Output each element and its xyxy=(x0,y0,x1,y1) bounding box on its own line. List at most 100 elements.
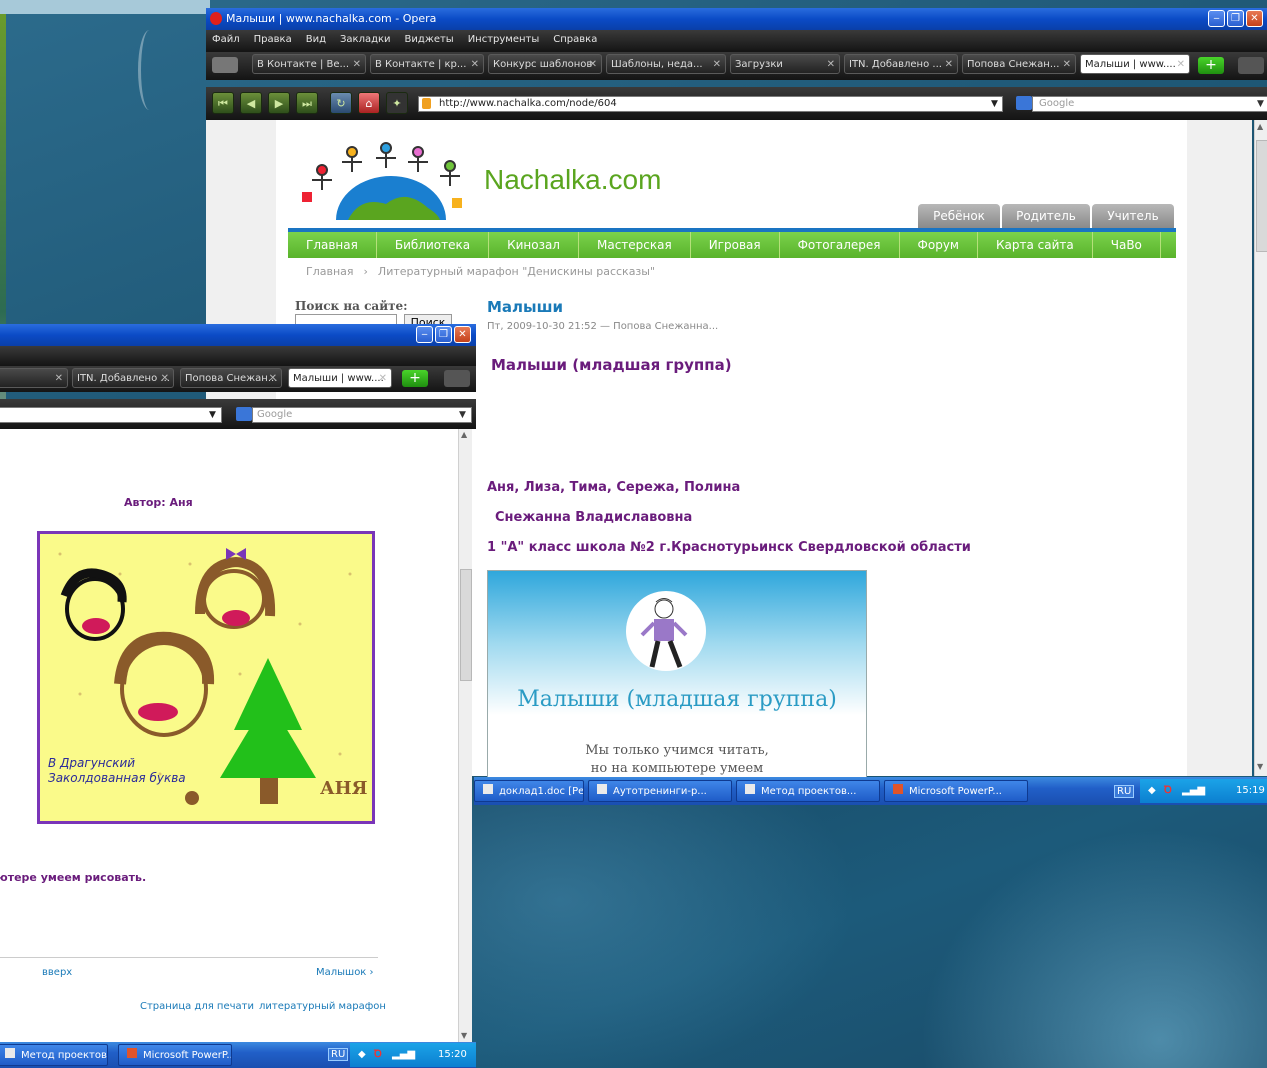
tab-close-icon[interactable]: ✕ xyxy=(1063,55,1071,73)
menu-item[interactable]: Виджеты xyxy=(405,34,454,45)
tab-close-icon[interactable]: ✕ xyxy=(589,55,597,73)
user-tab-1[interactable]: Ребёнок xyxy=(918,204,1000,228)
second-trash-icon[interactable] xyxy=(444,370,470,387)
second-lang-indicator[interactable]: RU xyxy=(328,1048,349,1061)
minimize-button[interactable]: ‒ xyxy=(1208,10,1225,27)
tab-close-icon[interactable]: ✕ xyxy=(827,55,835,73)
main-taskbar-button[interactable]: Microsoft PowerP... xyxy=(884,780,1028,802)
second-scroll-down-icon[interactable]: ▼ xyxy=(461,1031,467,1040)
second-page-scrollbar[interactable]: ▲ ▼ xyxy=(458,429,472,1043)
second-search-engine-icon[interactable] xyxy=(236,407,252,421)
browser-tab[interactable]: В Контакте | кр... ✕ xyxy=(370,54,484,74)
search-dropdown-icon[interactable]: ▼ xyxy=(1257,97,1264,111)
main-lang-indicator[interactable]: RU xyxy=(1114,785,1135,798)
site-nav-item[interactable]: Игровая xyxy=(691,232,780,258)
tray-opera-icon[interactable]: Ꝺ xyxy=(1164,779,1172,803)
link-marathon[interactable]: литературный марафон xyxy=(259,1001,386,1012)
tray-network-icon[interactable]: ▂▄▆ xyxy=(1182,779,1205,803)
new-tab-plus-icon[interactable]: + xyxy=(1198,57,1224,74)
second-search-dropdown-icon[interactable]: ▼ xyxy=(459,408,466,422)
menu-item[interactable]: Файл xyxy=(212,34,240,45)
link-up[interactable]: вверх xyxy=(42,967,72,978)
menu-item[interactable]: Правка xyxy=(254,34,292,45)
site-nav-item[interactable]: Главная xyxy=(288,232,377,258)
wand-icon[interactable]: ✦ xyxy=(386,92,408,114)
site-nav-item[interactable]: ЧаВо xyxy=(1093,232,1161,258)
second-address-dropdown-icon[interactable]: ▼ xyxy=(209,408,216,422)
link-print[interactable]: Страница для печати xyxy=(140,1001,254,1012)
trash-icon[interactable] xyxy=(1238,57,1264,74)
close-button[interactable]: ✕ xyxy=(1246,10,1263,27)
address-field[interactable]: http://www.nachalka.com/node/604 ▼ xyxy=(418,96,1003,112)
tab-close-icon[interactable]: ✕ xyxy=(945,55,953,73)
second-taskbar-button[interactable]: Microsoft PowerP... xyxy=(118,1044,232,1066)
second-browser-tab[interactable]: Попова Снежан... ✕ xyxy=(180,368,282,388)
reload-icon[interactable]: ↻ xyxy=(330,92,352,114)
site-nav-item[interactable]: Кинозал xyxy=(489,232,579,258)
second-address-field[interactable]: ▼ xyxy=(0,407,222,423)
menu-item[interactable]: Закладки xyxy=(340,34,391,45)
user-tab-2[interactable]: Родитель xyxy=(1002,204,1090,228)
browser-tab[interactable]: Конкурс шаблонов ✕ xyxy=(488,54,602,74)
tray-diamond-icon[interactable]: ◆ xyxy=(1148,779,1156,803)
home-icon[interactable]: ⌂ xyxy=(358,92,380,114)
search-engine-icon[interactable] xyxy=(1016,96,1032,110)
second-tab-partial[interactable]: ✕ xyxy=(0,368,68,388)
site-nav-item[interactable]: Библиотека xyxy=(377,232,490,258)
second-scroll-up-icon[interactable]: ▲ xyxy=(461,430,467,439)
scroll-thumb[interactable] xyxy=(1256,140,1267,252)
browser-tab[interactable]: Малыши | www.... ✕ xyxy=(1080,54,1190,74)
restore-button[interactable]: ❐ xyxy=(1227,10,1244,27)
second-new-tab-plus-icon[interactable]: + xyxy=(402,370,428,387)
panel-toggle-icon[interactable] xyxy=(212,57,238,73)
site-logo-text[interactable]: Nachalka.com xyxy=(484,164,661,196)
tab-close-icon[interactable]: ✕ xyxy=(1177,55,1185,73)
user-tab-3[interactable]: Учитель xyxy=(1092,204,1174,228)
fast-forward-icon[interactable]: ⏭ xyxy=(296,92,318,114)
forward-arrow-icon[interactable]: ▶ xyxy=(268,92,290,114)
second-taskbar-button[interactable]: Метод проектов... xyxy=(0,1044,108,1066)
site-nav-item[interactable]: Мастерская xyxy=(579,232,691,258)
second-browser-tab[interactable]: Малыши | www.... ✕ xyxy=(288,368,392,388)
main-taskbar-button[interactable]: Метод проектов... xyxy=(736,780,880,802)
main-taskbar-button[interactable]: Аутотренинги-р... xyxy=(588,780,732,802)
site-nav-item[interactable]: Карта сайта xyxy=(978,232,1093,258)
second-browser-tab[interactable]: ITN. Добавлено ... ✕ xyxy=(72,368,174,388)
second-tray-opera-icon[interactable]: Ꝺ xyxy=(374,1043,382,1067)
menu-item[interactable]: Справка xyxy=(553,34,597,45)
second-tab-close-icon[interactable]: ✕ xyxy=(379,369,387,387)
second-tray-diamond-icon[interactable]: ◆ xyxy=(358,1043,366,1067)
site-nav-item[interactable]: Форум xyxy=(900,232,978,258)
breadcrumb-home[interactable]: Главная xyxy=(306,265,354,278)
breadcrumb-current[interactable]: Литературный марафон "Денискины рассказы… xyxy=(378,265,655,278)
second-search-field[interactable]: Google ▼ xyxy=(252,407,472,423)
main-clock[interactable]: 15:19 xyxy=(1236,779,1265,803)
tab-close-icon[interactable]: ✕ xyxy=(471,55,479,73)
second-tab-close-icon[interactable]: ✕ xyxy=(269,369,277,387)
second-close-button[interactable]: ✕ xyxy=(454,326,471,343)
page-scrollbar[interactable]: ▲ ▼ xyxy=(1254,120,1267,776)
scroll-up-icon[interactable]: ▲ xyxy=(1257,122,1263,131)
address-dropdown-icon[interactable]: ▼ xyxy=(991,97,998,111)
second-restore-button[interactable]: ❐ xyxy=(435,326,452,343)
article-title[interactable]: Малыши xyxy=(487,298,563,316)
second-tray-network-icon[interactable]: ▂▄▆ xyxy=(392,1043,415,1067)
rewind-icon[interactable]: ⏮ xyxy=(212,92,234,114)
second-tab-close-icon[interactable]: ✕ xyxy=(161,369,169,387)
browser-tab[interactable]: Попова Снежан... ✕ xyxy=(962,54,1076,74)
menu-item[interactable]: Вид xyxy=(306,34,326,45)
tab-close-icon[interactable]: ✕ xyxy=(713,55,721,73)
main-taskbar-button[interactable]: доклад1.doc [Ре... xyxy=(474,780,584,802)
site-nav-item[interactable]: Фотогалерея xyxy=(780,232,900,258)
scroll-down-icon[interactable]: ▼ xyxy=(1257,762,1263,771)
tab-close-icon[interactable]: ✕ xyxy=(353,55,361,73)
browser-tab[interactable]: Шаблоны, неда... ✕ xyxy=(606,54,726,74)
search-field[interactable]: Google ▼ xyxy=(1032,96,1267,112)
second-scroll-thumb[interactable] xyxy=(460,569,472,681)
link-next[interactable]: Малышок › xyxy=(316,967,374,978)
browser-tab[interactable]: Загрузки ✕ xyxy=(730,54,840,74)
second-clock[interactable]: 15:20 xyxy=(438,1043,467,1067)
browser-tab[interactable]: В Контакте | Ве... ✕ xyxy=(252,54,366,74)
back-arrow-icon[interactable]: ◀ xyxy=(240,92,262,114)
menu-item[interactable]: Инструменты xyxy=(468,34,540,45)
